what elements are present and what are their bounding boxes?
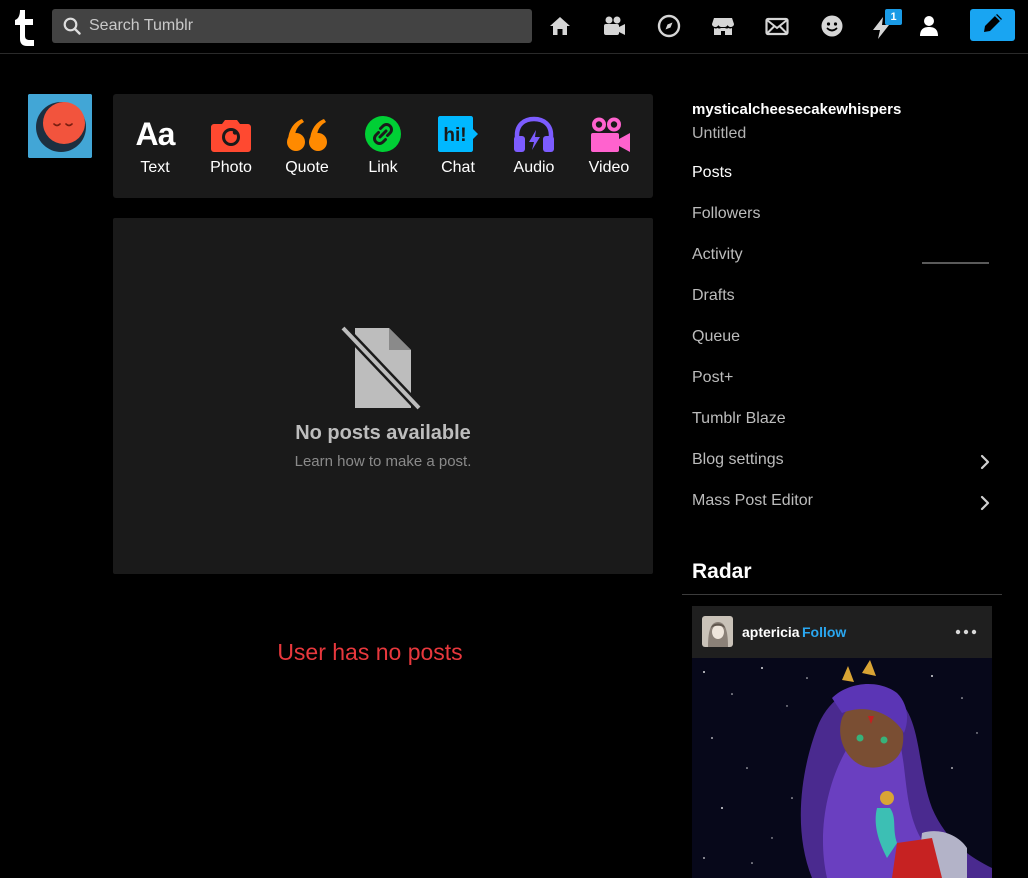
follow-button[interactable]: Follow: [802, 624, 846, 640]
mail-icon[interactable]: [764, 12, 790, 40]
sidebar-item-drafts[interactable]: Drafts: [692, 287, 1002, 311]
radar-post-image[interactable]: [692, 658, 992, 878]
compose-button[interactable]: [970, 9, 1015, 41]
post-type-chat-button[interactable]: hi! Chat: [428, 112, 488, 177]
explore-compass-icon[interactable]: [656, 12, 682, 40]
divider: [682, 594, 1002, 595]
chevron-right-icon: [980, 495, 990, 511]
more-options-icon[interactable]: [955, 623, 977, 641]
sidebar-item-tumblr-blaze[interactable]: Tumblr Blaze: [692, 410, 1002, 434]
sidebar-item-activity[interactable]: Activity: [692, 246, 1002, 270]
user-no-posts-message: User has no posts: [277, 639, 463, 665]
blog-title: Untitled: [692, 125, 747, 142]
sidebar-item-queue[interactable]: Queue: [692, 328, 1002, 352]
audio-headphones-icon: [504, 112, 564, 152]
radar-user-avatar[interactable]: [702, 616, 733, 647]
compose-pencil-icon: [982, 12, 1004, 39]
post-type-photo-button[interactable]: Photo: [201, 112, 261, 177]
radar-post-card: aptericia Follow: [692, 606, 992, 878]
text-aa-icon: Aa: [135, 116, 176, 152]
svg-text:hi!: hi!: [443, 125, 466, 146]
search-icon: [63, 17, 81, 35]
search-input[interactable]: [89, 9, 519, 43]
video-camera-icon: [579, 112, 639, 152]
search-bar[interactable]: [52, 9, 532, 43]
learn-post-link[interactable]: Learn how to make a post.: [113, 453, 653, 470]
sidebar-item-posts[interactable]: Posts: [692, 164, 1002, 188]
radar-post-header: aptericia Follow: [692, 606, 992, 658]
post-type-bar: Aa Text Photo Quote Link hi! Chat Audio: [113, 94, 653, 198]
photo-camera-icon: [201, 112, 261, 152]
post-type-link-button[interactable]: Link: [353, 112, 413, 177]
notification-badge: 1: [885, 9, 902, 25]
post-type-video-button[interactable]: Video: [579, 112, 639, 177]
video-camera-icon[interactable]: [601, 12, 627, 40]
sidebar-item-followers[interactable]: Followers: [692, 205, 1002, 229]
chevron-right-icon: [980, 454, 990, 470]
post-type-quote-button[interactable]: Quote: [277, 112, 337, 177]
top-navigation-bar: 1: [0, 0, 1028, 54]
blog-avatar[interactable]: [28, 94, 92, 158]
chat-icon: hi!: [428, 112, 488, 152]
post-type-text-button[interactable]: Aa Text: [125, 112, 185, 177]
face-icon[interactable]: [819, 12, 845, 40]
account-person-icon[interactable]: [916, 12, 942, 40]
activity-sparkline: [922, 262, 989, 264]
radar-username[interactable]: aptericia: [742, 624, 800, 640]
sidebar-item-post-plus[interactable]: Post+: [692, 369, 1002, 393]
radar-heading: Radar: [692, 560, 752, 583]
link-icon: [353, 112, 413, 152]
blog-name[interactable]: mysticalcheesecakewhispers: [692, 101, 901, 118]
home-icon[interactable]: [547, 12, 573, 40]
empty-state-title: No posts available: [295, 422, 471, 444]
empty-posts-panel: No posts available Learn how to make a p…: [113, 218, 653, 574]
no-document-icon: [339, 322, 425, 412]
sidebar-item-mass-post-editor[interactable]: Mass Post Editor: [692, 492, 1002, 516]
post-type-audio-button[interactable]: Audio: [504, 112, 564, 177]
shop-icon[interactable]: [710, 12, 736, 40]
quote-icon: [277, 112, 337, 152]
sidebar-item-blog-settings[interactable]: Blog settings: [692, 451, 1002, 475]
tumblr-logo-icon[interactable]: [12, 6, 38, 46]
